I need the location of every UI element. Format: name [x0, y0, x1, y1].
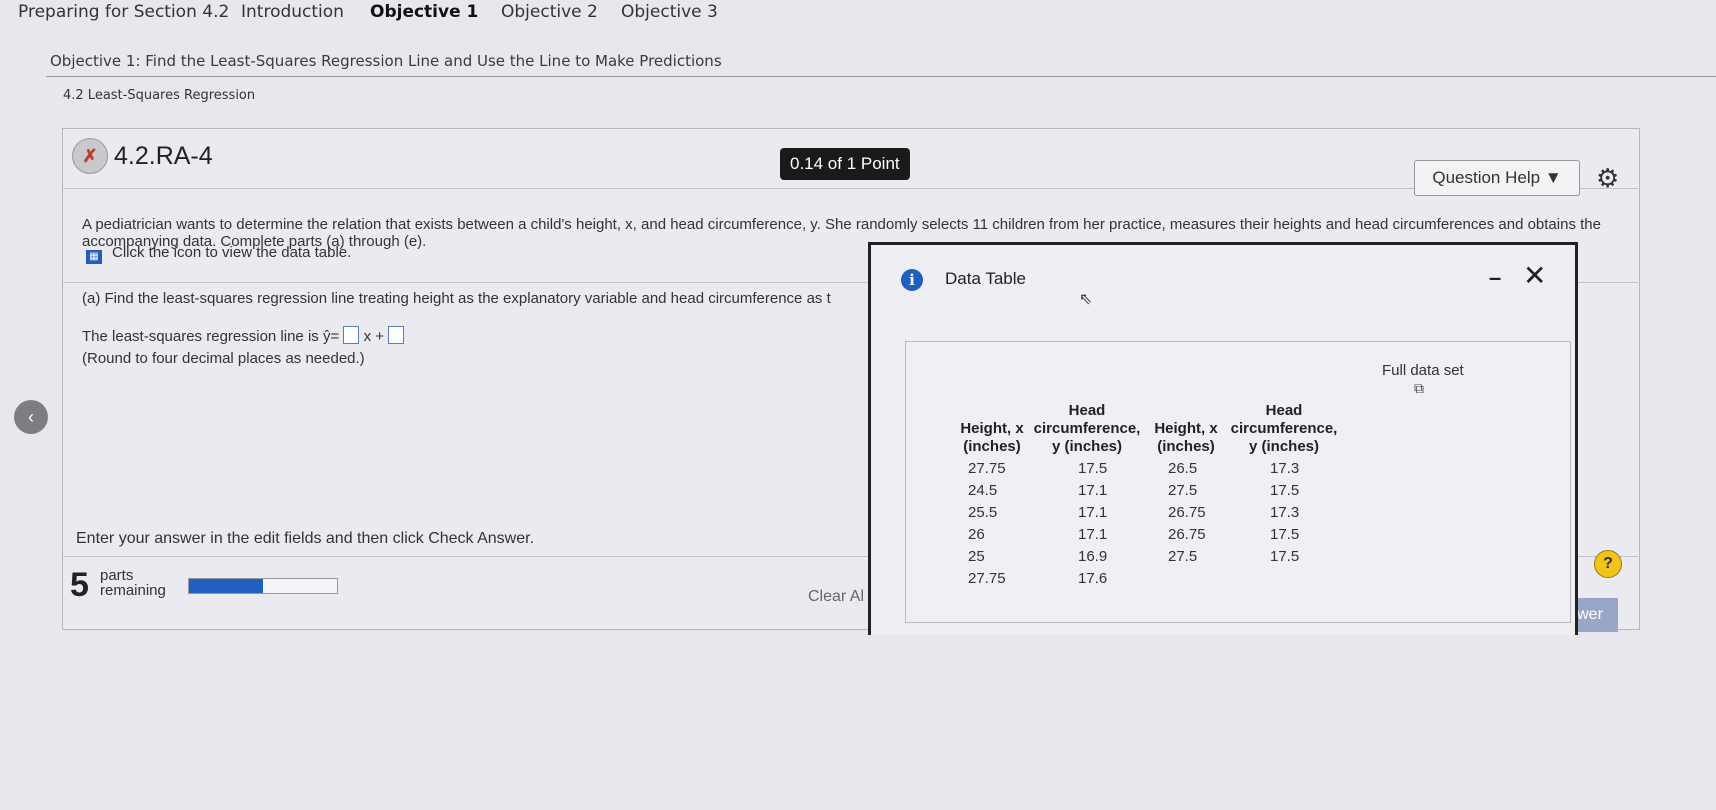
table-cell: 16.9 [1078, 548, 1108, 565]
table-cell: 26.75 [1168, 526, 1206, 543]
chevron-down-icon: ▼ [1544, 168, 1562, 187]
close-icon[interactable]: ✕ [1523, 259, 1546, 292]
gear-icon[interactable]: ⚙ [1596, 163, 1619, 194]
info-icon: i [901, 269, 923, 291]
objective-title: Objective 1: Find the Least-Squares Regr… [50, 52, 722, 70]
tab-objective-1[interactable]: Objective 1 [370, 2, 478, 22]
table-cell: 27.5 [1168, 548, 1198, 565]
header-head-circ-right: Head circumference, y (inches) [1222, 402, 1346, 456]
regression-line-prefix: The least-squares regression line is [82, 328, 319, 345]
cursor-icon: ⇖ [1079, 291, 1093, 308]
parts-remaining-label: parts remaining [100, 568, 166, 598]
table-cell: 24.5 [968, 482, 998, 499]
table-cell: 17.5 [1078, 460, 1108, 477]
table-cell: 17.1 [1078, 504, 1108, 521]
minimize-icon[interactable]: – [1489, 265, 1501, 291]
round-note: (Round to four decimal places as needed.… [82, 350, 365, 367]
header-height-x-right: Height, x (inches) [1150, 420, 1222, 456]
table-cell: 17.1 [1078, 482, 1108, 499]
table-cell: 17.3 [1270, 460, 1300, 477]
top-nav: Preparing for Section 4.2 Introduction O… [0, 0, 1716, 32]
table-cell: 17.5 [1270, 548, 1300, 565]
equals-sign: = [330, 328, 340, 345]
table-cell: 17.3 [1270, 504, 1300, 521]
table-cell: 17.6 [1078, 570, 1108, 587]
data-table-link-label: Click the icon to view the data table. [112, 244, 352, 261]
x-plus: x + [363, 328, 384, 345]
copy-icon[interactable]: ⧉ [1414, 380, 1424, 397]
full-data-set-label: Full data set [1382, 362, 1464, 379]
table-cell: 17.5 [1270, 526, 1300, 543]
data-table-modal: i Data Table – ✕ ⇖ Full data set ⧉ Heigh… [868, 242, 1578, 635]
regression-line-row: The least-squares regression line is ŷ= … [82, 326, 405, 345]
part-a-text: (a) Find the least-squares regression li… [82, 290, 831, 307]
table-cell: 17.5 [1270, 482, 1300, 499]
progress-bar [188, 578, 338, 594]
tab-introduction[interactable]: Introduction [241, 2, 344, 22]
modal-title: Data Table [945, 269, 1026, 288]
previous-arrow-icon[interactable]: ‹ [14, 400, 48, 434]
header-line: circumference, [1033, 420, 1141, 437]
header-line: Head [1068, 402, 1106, 419]
table-cell: 25.5 [968, 504, 998, 521]
data-table-icon[interactable]: ▦ [86, 250, 102, 264]
header-line: Head [1265, 402, 1303, 419]
table-cell: 27.75 [968, 460, 1006, 477]
question-help-button[interactable]: Question Help ▼ [1414, 160, 1580, 196]
remaining-label: remaining [100, 582, 166, 599]
parts-count: 5 [70, 566, 89, 604]
header-height-x-left: Height, x (inches) [956, 420, 1028, 456]
table-cell: 26 [968, 526, 985, 543]
section-label: 4.2 Least-Squares Regression [63, 88, 256, 103]
header-line: Height, x [960, 420, 1024, 437]
table-cell: 27.5 [1168, 482, 1198, 499]
divider [46, 76, 1716, 77]
points-badge: 0.14 of 1 Point [780, 148, 910, 180]
question-id: 4.2.RA-4 [114, 142, 213, 170]
instructions: Enter your answer in the edit fields and… [76, 530, 535, 547]
header-line: circumference, [1230, 420, 1338, 437]
table-cell: 27.75 [968, 570, 1006, 587]
data-table-link[interactable]: ▦ Click the icon to view the data table. [86, 244, 351, 264]
intercept-input[interactable] [388, 326, 405, 344]
header-line: (inches) [963, 438, 1021, 455]
table-cell: 26.75 [1168, 504, 1206, 521]
tab-preparing[interactable]: Preparing for Section 4.2 [18, 2, 229, 22]
table-cell: 25 [968, 548, 985, 565]
table-cell: 17.1 [1078, 526, 1108, 543]
header-head-circ-left: Head circumference, y (inches) [1028, 402, 1146, 456]
tab-objective-3[interactable]: Objective 3 [621, 2, 718, 22]
help-icon[interactable]: ? [1594, 550, 1622, 578]
slope-input[interactable] [343, 326, 360, 344]
data-panel: Full data set ⧉ Height, x (inches) Head … [905, 341, 1571, 623]
tab-objective-2[interactable]: Objective 2 [501, 2, 598, 22]
table-cell: 26.5 [1168, 460, 1198, 477]
header-line: (inches) [1157, 438, 1215, 455]
partial-credit-icon: ✗ [72, 138, 108, 174]
clear-all-button[interactable]: Clear Al [808, 588, 864, 606]
divider [62, 188, 1638, 189]
header-line: Height, x [1154, 420, 1218, 437]
header-line: y (inches) [1051, 438, 1123, 455]
header-line: y (inches) [1248, 438, 1320, 455]
progress-fill [189, 579, 263, 593]
question-help-label: Question Help [1432, 168, 1541, 187]
